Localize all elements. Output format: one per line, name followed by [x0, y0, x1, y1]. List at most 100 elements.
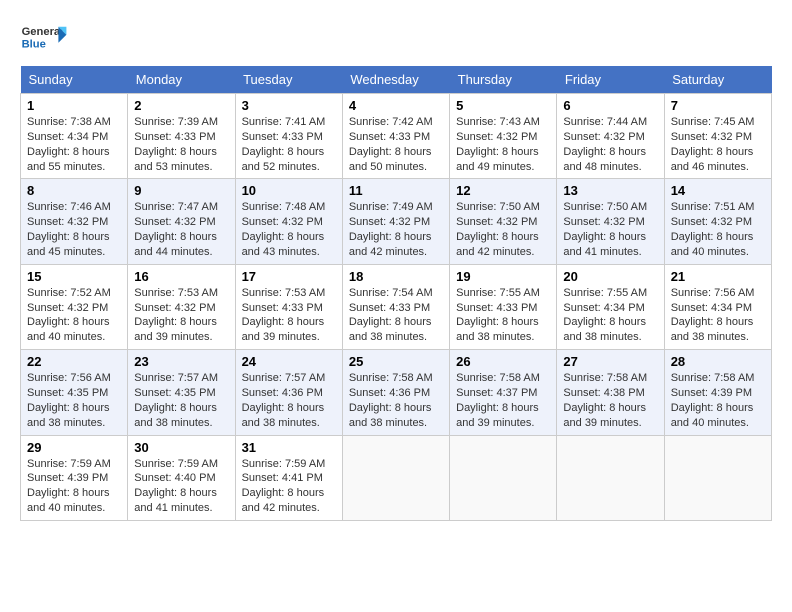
day-number: 20 [563, 269, 657, 284]
calendar-cell [450, 435, 557, 520]
day-number: 3 [242, 98, 336, 113]
weekday-header-monday: Monday [128, 66, 235, 94]
day-number: 7 [671, 98, 765, 113]
day-number: 5 [456, 98, 550, 113]
calendar-cell: 7 Sunrise: 7:45 AM Sunset: 4:32 PM Dayli… [664, 94, 771, 179]
calendar-cell: 21 Sunrise: 7:56 AM Sunset: 4:34 PM Dayl… [664, 264, 771, 349]
day-number: 11 [349, 183, 443, 198]
calendar-cell: 30 Sunrise: 7:59 AM Sunset: 4:40 PM Dayl… [128, 435, 235, 520]
day-info: Sunrise: 7:56 AM Sunset: 4:34 PM Dayligh… [671, 287, 755, 344]
calendar-cell: 16 Sunrise: 7:53 AM Sunset: 4:32 PM Dayl… [128, 264, 235, 349]
calendar-cell: 8 Sunrise: 7:46 AM Sunset: 4:32 PM Dayli… [21, 179, 128, 264]
weekday-header-tuesday: Tuesday [235, 66, 342, 94]
day-info: Sunrise: 7:52 AM Sunset: 4:32 PM Dayligh… [27, 287, 111, 344]
calendar-cell: 24 Sunrise: 7:57 AM Sunset: 4:36 PM Dayl… [235, 350, 342, 435]
day-info: Sunrise: 7:47 AM Sunset: 4:32 PM Dayligh… [134, 201, 218, 258]
day-number: 12 [456, 183, 550, 198]
calendar-cell: 28 Sunrise: 7:58 AM Sunset: 4:39 PM Dayl… [664, 350, 771, 435]
day-info: Sunrise: 7:49 AM Sunset: 4:32 PM Dayligh… [349, 201, 433, 258]
day-number: 19 [456, 269, 550, 284]
day-number: 15 [27, 269, 121, 284]
day-number: 27 [563, 354, 657, 369]
logo: General Blue [20, 20, 68, 56]
calendar-cell: 29 Sunrise: 7:59 AM Sunset: 4:39 PM Dayl… [21, 435, 128, 520]
calendar-cell: 13 Sunrise: 7:50 AM Sunset: 4:32 PM Dayl… [557, 179, 664, 264]
calendar-cell [664, 435, 771, 520]
day-info: Sunrise: 7:51 AM Sunset: 4:32 PM Dayligh… [671, 201, 755, 258]
day-info: Sunrise: 7:46 AM Sunset: 4:32 PM Dayligh… [27, 201, 111, 258]
day-number: 26 [456, 354, 550, 369]
calendar-cell: 9 Sunrise: 7:47 AM Sunset: 4:32 PM Dayli… [128, 179, 235, 264]
day-number: 14 [671, 183, 765, 198]
day-info: Sunrise: 7:58 AM Sunset: 4:36 PM Dayligh… [349, 372, 433, 429]
day-info: Sunrise: 7:54 AM Sunset: 4:33 PM Dayligh… [349, 287, 433, 344]
day-number: 9 [134, 183, 228, 198]
day-info: Sunrise: 7:50 AM Sunset: 4:32 PM Dayligh… [456, 201, 540, 258]
day-info: Sunrise: 7:59 AM Sunset: 4:41 PM Dayligh… [242, 458, 326, 515]
calendar-cell: 4 Sunrise: 7:42 AM Sunset: 4:33 PM Dayli… [342, 94, 449, 179]
day-info: Sunrise: 7:55 AM Sunset: 4:33 PM Dayligh… [456, 287, 540, 344]
day-number: 8 [27, 183, 121, 198]
calendar-cell: 31 Sunrise: 7:59 AM Sunset: 4:41 PM Dayl… [235, 435, 342, 520]
calendar-cell: 11 Sunrise: 7:49 AM Sunset: 4:32 PM Dayl… [342, 179, 449, 264]
calendar-cell [557, 435, 664, 520]
weekday-header-thursday: Thursday [450, 66, 557, 94]
day-info: Sunrise: 7:45 AM Sunset: 4:32 PM Dayligh… [671, 116, 755, 173]
day-info: Sunrise: 7:44 AM Sunset: 4:32 PM Dayligh… [563, 116, 647, 173]
day-info: Sunrise: 7:43 AM Sunset: 4:32 PM Dayligh… [456, 116, 540, 173]
calendar-cell: 26 Sunrise: 7:58 AM Sunset: 4:37 PM Dayl… [450, 350, 557, 435]
weekday-header-friday: Friday [557, 66, 664, 94]
calendar-cell: 20 Sunrise: 7:55 AM Sunset: 4:34 PM Dayl… [557, 264, 664, 349]
day-info: Sunrise: 7:48 AM Sunset: 4:32 PM Dayligh… [242, 201, 326, 258]
day-number: 31 [242, 440, 336, 455]
day-number: 30 [134, 440, 228, 455]
day-number: 22 [27, 354, 121, 369]
day-info: Sunrise: 7:42 AM Sunset: 4:33 PM Dayligh… [349, 116, 433, 173]
calendar-cell: 10 Sunrise: 7:48 AM Sunset: 4:32 PM Dayl… [235, 179, 342, 264]
calendar-cell: 27 Sunrise: 7:58 AM Sunset: 4:38 PM Dayl… [557, 350, 664, 435]
calendar-cell: 22 Sunrise: 7:56 AM Sunset: 4:35 PM Dayl… [21, 350, 128, 435]
day-number: 17 [242, 269, 336, 284]
day-info: Sunrise: 7:38 AM Sunset: 4:34 PM Dayligh… [27, 116, 111, 173]
day-number: 6 [563, 98, 657, 113]
calendar-cell: 18 Sunrise: 7:54 AM Sunset: 4:33 PM Dayl… [342, 264, 449, 349]
day-number: 16 [134, 269, 228, 284]
day-info: Sunrise: 7:55 AM Sunset: 4:34 PM Dayligh… [563, 287, 647, 344]
weekday-header-wednesday: Wednesday [342, 66, 449, 94]
calendar-cell: 14 Sunrise: 7:51 AM Sunset: 4:32 PM Dayl… [664, 179, 771, 264]
day-info: Sunrise: 7:56 AM Sunset: 4:35 PM Dayligh… [27, 372, 111, 429]
calendar-table: SundayMondayTuesdayWednesdayThursdayFrid… [20, 66, 772, 521]
day-info: Sunrise: 7:58 AM Sunset: 4:38 PM Dayligh… [563, 372, 647, 429]
calendar-cell: 5 Sunrise: 7:43 AM Sunset: 4:32 PM Dayli… [450, 94, 557, 179]
day-number: 21 [671, 269, 765, 284]
day-number: 10 [242, 183, 336, 198]
day-info: Sunrise: 7:57 AM Sunset: 4:36 PM Dayligh… [242, 372, 326, 429]
svg-text:General: General [22, 26, 64, 38]
day-info: Sunrise: 7:59 AM Sunset: 4:40 PM Dayligh… [134, 458, 218, 515]
day-info: Sunrise: 7:41 AM Sunset: 4:33 PM Dayligh… [242, 116, 326, 173]
calendar-cell: 1 Sunrise: 7:38 AM Sunset: 4:34 PM Dayli… [21, 94, 128, 179]
calendar-cell: 23 Sunrise: 7:57 AM Sunset: 4:35 PM Dayl… [128, 350, 235, 435]
calendar-cell: 15 Sunrise: 7:52 AM Sunset: 4:32 PM Dayl… [21, 264, 128, 349]
weekday-header-sunday: Sunday [21, 66, 128, 94]
svg-text:Blue: Blue [22, 39, 46, 51]
day-info: Sunrise: 7:58 AM Sunset: 4:39 PM Dayligh… [671, 372, 755, 429]
calendar-cell: 3 Sunrise: 7:41 AM Sunset: 4:33 PM Dayli… [235, 94, 342, 179]
calendar-cell: 2 Sunrise: 7:39 AM Sunset: 4:33 PM Dayli… [128, 94, 235, 179]
day-number: 13 [563, 183, 657, 198]
day-number: 28 [671, 354, 765, 369]
weekday-header-saturday: Saturday [664, 66, 771, 94]
logo-icon: General Blue [20, 20, 68, 56]
calendar-cell: 19 Sunrise: 7:55 AM Sunset: 4:33 PM Dayl… [450, 264, 557, 349]
day-number: 24 [242, 354, 336, 369]
day-info: Sunrise: 7:39 AM Sunset: 4:33 PM Dayligh… [134, 116, 218, 173]
day-number: 2 [134, 98, 228, 113]
calendar-cell [342, 435, 449, 520]
calendar-cell: 12 Sunrise: 7:50 AM Sunset: 4:32 PM Dayl… [450, 179, 557, 264]
day-number: 18 [349, 269, 443, 284]
calendar-cell: 17 Sunrise: 7:53 AM Sunset: 4:33 PM Dayl… [235, 264, 342, 349]
day-info: Sunrise: 7:58 AM Sunset: 4:37 PM Dayligh… [456, 372, 540, 429]
day-info: Sunrise: 7:59 AM Sunset: 4:39 PM Dayligh… [27, 458, 111, 515]
day-info: Sunrise: 7:57 AM Sunset: 4:35 PM Dayligh… [134, 372, 218, 429]
calendar-cell: 25 Sunrise: 7:58 AM Sunset: 4:36 PM Dayl… [342, 350, 449, 435]
